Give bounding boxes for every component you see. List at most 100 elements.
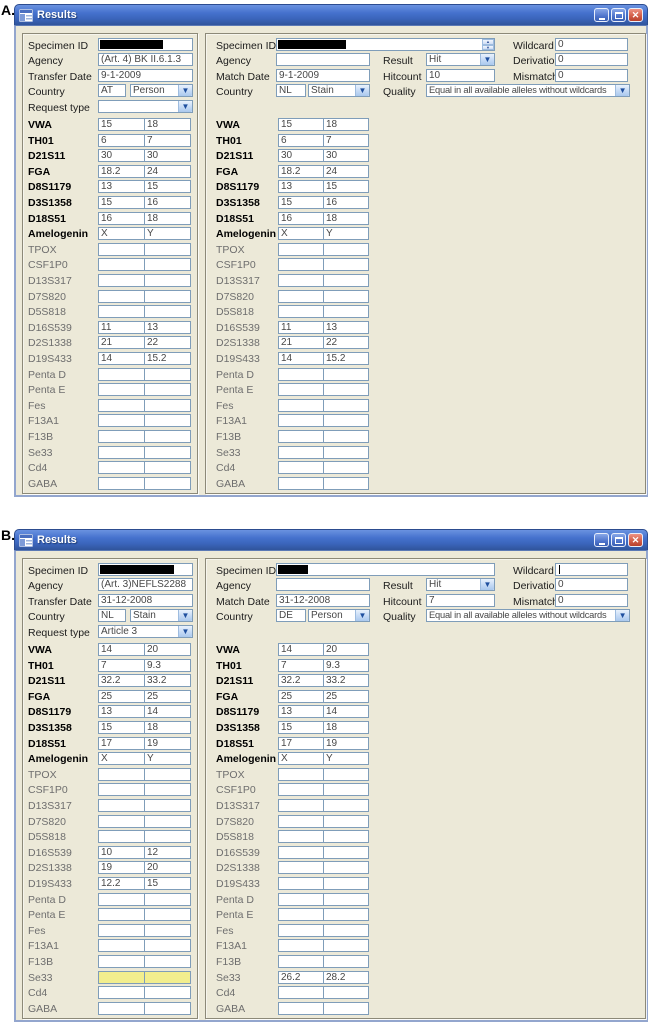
marker-value-field[interactable] [323,892,369,906]
chevron-down-icon[interactable]: ▼ [355,610,369,621]
marker-value-field[interactable]: 15.2 [323,352,369,365]
marker-value-field[interactable] [98,430,145,443]
specimen-id-field[interactable]: ▲ ▼ [276,38,495,51]
marker-value-field[interactable]: X [98,752,145,766]
result-dropdown[interactable]: Hit ▼ [426,578,495,591]
wildcard-field[interactable] [555,563,628,576]
marker-value-field[interactable]: 18 [144,721,191,734]
marker-value-field[interactable] [278,305,324,319]
maximize-button[interactable] [611,8,626,22]
marker-value-field[interactable] [323,258,369,272]
marker-value-field[interactable] [278,814,324,828]
marker-value-field[interactable]: 14 [278,643,324,656]
marker-value-field[interactable]: 13 [98,180,145,194]
marker-value-field[interactable]: 15.2 [144,352,191,365]
specimen-id-field[interactable] [98,38,193,51]
marker-value-field[interactable]: 19 [323,736,369,750]
marker-value-field[interactable] [98,783,145,797]
marker-value-field[interactable] [323,242,369,256]
marker-value-field[interactable]: Y [144,752,191,766]
maximize-button[interactable] [611,533,626,547]
wildcard-field[interactable]: 0 [555,38,628,51]
marker-value-field[interactable] [323,1001,369,1015]
marker-value-field[interactable]: 18 [144,118,191,131]
marker-value-field[interactable]: 18.2 [98,164,145,178]
marker-value-field[interactable]: 21 [278,336,324,350]
hitcount-field[interactable]: 7 [426,594,495,607]
marker-value-field[interactable] [144,242,191,256]
result-dropdown[interactable]: Hit ▼ [426,53,495,66]
marker-value-field[interactable] [323,767,369,781]
marker-value-field[interactable]: 18 [323,211,369,225]
chevron-down-icon[interactable]: ▼ [178,610,192,621]
marker-value-field[interactable]: 28.2 [323,970,369,984]
marker-value-field[interactable] [323,908,369,922]
country-code-field[interactable]: NL [98,609,126,622]
marker-value-field[interactable] [323,830,369,844]
marker-value-field[interactable] [323,383,369,397]
marker-value-field[interactable]: 24 [144,164,191,178]
marker-value-field[interactable]: 25 [323,689,369,703]
marker-value-field[interactable] [98,383,145,397]
marker-value-field[interactable] [323,461,369,475]
derivation-field[interactable]: 0 [555,578,628,591]
derivation-field[interactable]: 0 [555,53,628,66]
marker-value-field[interactable]: 26.2 [278,970,324,984]
mismatch-field[interactable]: 0 [555,594,628,607]
marker-value-field[interactable]: 15 [323,180,369,194]
marker-value-field[interactable] [98,274,145,287]
marker-value-field[interactable] [278,892,324,906]
marker-value-field[interactable]: 13 [144,320,191,334]
marker-value-field[interactable]: 18 [144,211,191,225]
marker-value-field[interactable] [323,783,369,797]
chevron-down-icon[interactable]: ▼ [178,101,192,112]
quality-dropdown[interactable]: Equal in all available alleles without w… [426,609,630,622]
chevron-down-icon[interactable]: ▼ [178,85,192,96]
chevron-down-icon[interactable]: ▼ [480,579,494,590]
marker-value-field[interactable] [144,767,191,781]
marker-value-field[interactable] [323,445,369,459]
chevron-down-icon[interactable]: ▼ [615,610,629,621]
marker-value-field[interactable]: 15 [98,196,145,209]
marker-value-field[interactable]: 14 [144,705,191,719]
marker-value-field[interactable]: X [278,752,324,766]
marker-value-field[interactable] [278,767,324,781]
marker-value-field[interactable] [144,939,191,953]
marker-value-field[interactable] [144,398,191,412]
marker-value-field[interactable] [144,1001,191,1015]
marker-value-field[interactable]: 33.2 [323,674,369,688]
marker-value-field[interactable]: 16 [144,196,191,209]
marker-value-field[interactable]: X [98,227,145,241]
transfer-date-field[interactable]: 31-12-2008 [98,594,193,607]
marker-value-field[interactable]: 7 [144,133,191,147]
country-code-field[interactable]: DE [276,609,306,622]
marker-value-field[interactable] [144,383,191,397]
marker-value-field[interactable]: 14 [323,705,369,719]
marker-value-field[interactable] [144,476,191,490]
chevron-down-icon[interactable]: ▼ [178,626,192,637]
marker-value-field[interactable] [144,955,191,968]
marker-value-field[interactable]: 9.3 [144,658,191,672]
marker-value-field[interactable] [98,461,145,475]
marker-value-field[interactable] [98,908,145,922]
match-date-field[interactable]: 31-12-2008 [276,594,370,607]
marker-value-field[interactable]: 6 [278,133,324,147]
marker-value-field[interactable]: 16 [98,211,145,225]
marker-value-field[interactable]: 16 [278,211,324,225]
marker-value-field[interactable]: 15 [144,877,191,890]
marker-value-field[interactable] [323,414,369,428]
marker-value-field[interactable] [98,986,145,1000]
chevron-down-icon[interactable]: ▼ [615,85,629,96]
marker-value-field[interactable] [98,939,145,953]
marker-value-field[interactable]: 15 [98,721,145,734]
marker-value-field[interactable] [323,430,369,443]
marker-value-field[interactable] [323,398,369,412]
marker-value-field[interactable] [144,908,191,922]
marker-value-field[interactable] [278,398,324,412]
marker-value-field[interactable]: 18 [323,118,369,131]
marker-value-field[interactable]: 13 [323,320,369,334]
specimen-id-field[interactable] [276,563,495,576]
marker-value-field[interactable]: 32.2 [278,674,324,688]
marker-value-field[interactable]: 33.2 [144,674,191,688]
marker-value-field[interactable] [144,892,191,906]
